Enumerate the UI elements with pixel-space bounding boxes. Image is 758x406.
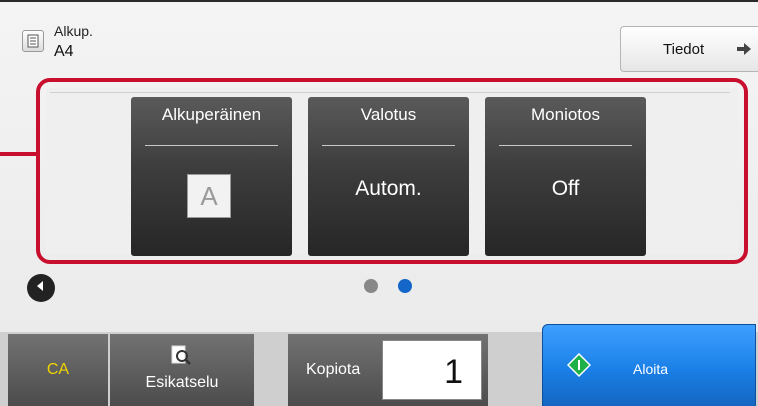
document-icon [22, 30, 44, 52]
preview-magnifier-icon [170, 344, 192, 371]
callout-line [0, 152, 38, 156]
page-dot-1[interactable] [364, 279, 378, 293]
page-dot-2-active[interactable] [398, 279, 412, 293]
copies-value: 1 [444, 353, 463, 391]
info-button[interactable]: Tiedot [620, 26, 758, 72]
info-button-label: Tiedot [663, 40, 705, 58]
original-size-value: A4 [54, 43, 74, 60]
original-size-display[interactable]: Alkup. A4 [22, 24, 93, 60]
copies-control: Kopiota 1 [288, 334, 488, 406]
arrow-right-icon [736, 41, 752, 62]
copies-label: Kopiota [306, 361, 361, 378]
preview-label: Esikatselu [145, 374, 219, 391]
original-label: Alkup. [54, 23, 93, 39]
copies-input[interactable]: 1 [382, 340, 482, 400]
clear-all-button[interactable]: CA [8, 334, 108, 406]
copy-screen: Alkup. A4 Tiedot Alkuperäinen A Valotus … [0, 0, 758, 406]
start-label: Aloita [633, 361, 669, 377]
highlight-frame [36, 78, 748, 264]
start-button[interactable]: Aloita [542, 324, 756, 406]
preview-button[interactable]: Esikatselu [110, 334, 254, 406]
clear-all-label: CA [46, 361, 70, 378]
prev-page-button[interactable] [27, 274, 55, 302]
prev-arrow-icon [35, 279, 47, 297]
start-diamond-icon [566, 352, 592, 382]
